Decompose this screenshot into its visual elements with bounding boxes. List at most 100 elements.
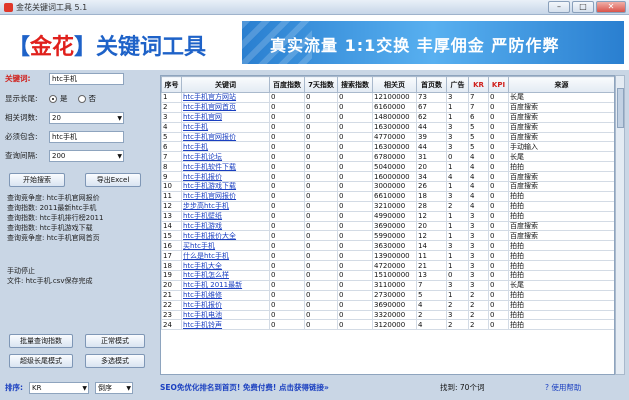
table-row[interactable]: 22 htc手机报价 0 0 0 3690000 4 2 2 0 拍拍 — [161, 299, 614, 311]
table-cell: 3 — [161, 111, 182, 123]
log-line: 查询竞争度: htc手机官网首页 — [7, 234, 100, 242]
column-header[interactable]: 关键词 — [181, 76, 270, 93]
multi-select-button[interactable]: 多选模式 — [85, 354, 145, 368]
keyword-link[interactable]: 买htc手机 — [181, 240, 270, 252]
keyword-link[interactable]: htc手机报价大全 — [181, 230, 270, 242]
keyword-link[interactable]: htc手机官网 — [181, 111, 270, 123]
long-tail-no-radio[interactable]: 否 — [77, 93, 96, 104]
keyword-link[interactable]: htc手机官网报价 — [181, 131, 270, 143]
table-cell: 百度搜索 — [508, 171, 614, 183]
table-cell: 22 — [161, 299, 182, 311]
table-cell: 4 — [468, 190, 489, 202]
column-header[interactable]: 搜索指数 — [337, 76, 373, 93]
keyword-link[interactable]: htc手机怎么样 — [181, 270, 270, 281]
table-cell: 百度搜索 — [508, 121, 614, 133]
keyword-link[interactable]: htc手机官网报价 — [181, 190, 270, 202]
show-long-tail-label: 显示长尾: — [5, 94, 38, 103]
column-header[interactable]: 广告 — [446, 76, 469, 93]
table-cell: 拍拍 — [508, 319, 614, 331]
keyword-link[interactable]: htc手机铃声 — [181, 319, 270, 331]
batch-query-button[interactable]: 批量查询指数 — [9, 334, 73, 348]
table-row[interactable]: 11 htc手机官网报价 0 0 0 6610000 18 3 4 0 拍拍 — [161, 190, 614, 202]
column-header[interactable]: 百度指数 — [269, 76, 305, 93]
table-row[interactable]: 21 htc手机维修 0 0 0 2730000 5 1 2 0 拍拍 — [161, 289, 614, 301]
table-row[interactable]: 18 htc手机大全 0 0 0 4720000 21 1 3 0 拍拍 — [161, 260, 614, 272]
table-cell: 0 — [488, 121, 509, 133]
table-cell: 3 — [446, 309, 469, 321]
promo-link[interactable]: SEO免优化排名到首页! 免费付费! 点击获得链接» — [160, 382, 329, 393]
keyword-link[interactable]: htc手机游戏下载 — [181, 181, 270, 192]
table-row[interactable]: 8 htc手机软件下载 0 0 0 5040000 20 1 4 0 拍拍 — [161, 161, 614, 173]
column-header[interactable]: 序号 — [161, 76, 182, 93]
table-row[interactable]: 10 htc手机游戏下载 0 0 0 3000000 26 1 4 0 百度搜索 — [161, 181, 614, 192]
vertical-scrollbar[interactable] — [615, 75, 625, 375]
table-row[interactable]: 16 买htc手机 0 0 0 3630000 14 3 3 0 拍拍 — [161, 240, 614, 252]
table-row[interactable]: 2 htc手机官网首页 0 0 0 6160000 67 1 7 0 百度搜索 — [161, 101, 614, 113]
table-cell: 18 — [416, 190, 447, 202]
table-row[interactable]: 3 htc手机官网 0 0 0 14800000 62 1 6 0 百度搜索 — [161, 111, 614, 123]
maximize-button[interactable]: □ — [572, 1, 594, 13]
column-header[interactable]: KR — [468, 76, 489, 93]
start-search-button[interactable]: 开始搜索 — [9, 173, 65, 187]
must-contain-input[interactable]: htc手机 — [49, 130, 124, 143]
help-link[interactable]: ? 使用帮助 — [545, 382, 581, 393]
table-row[interactable]: 9 htc手机报价 0 0 0 16000000 34 4 4 0 百度搜索 — [161, 171, 614, 183]
table-cell: 20 — [416, 220, 447, 232]
table-row[interactable]: 17 什么是htc手机 0 0 0 13900000 11 1 3 0 拍拍 — [161, 250, 614, 262]
keyword-link[interactable]: htc手机报价 — [181, 299, 270, 311]
keyword-link[interactable]: htc手机 2011最新 — [181, 279, 270, 291]
table-cell: 0 — [269, 161, 305, 173]
table-row[interactable]: 7 htc手机论坛 0 0 0 6780000 31 0 4 0 长尾 — [161, 151, 614, 163]
table-cell: 长尾 — [508, 151, 614, 163]
sort-order-select[interactable]: 倒序 ▼ — [95, 381, 133, 394]
keyword-link[interactable]: htc手机官网首页 — [181, 101, 270, 113]
keyword-link[interactable]: htc手机电池 — [181, 309, 270, 321]
table-row[interactable]: 4 htc手机 0 0 0 16300000 44 3 5 0 百度搜索 — [161, 121, 614, 133]
table-cell: 26 — [416, 181, 447, 192]
column-header[interactable]: 相关页 — [372, 76, 417, 93]
sort-field-select[interactable]: KR ▼ — [29, 381, 89, 394]
close-button[interactable]: ✕ — [596, 1, 626, 13]
column-header[interactable]: 来源 — [508, 76, 614, 93]
export-excel-button[interactable]: 导出Excel — [85, 173, 141, 187]
keyword-link[interactable]: htc手机大全 — [181, 260, 270, 272]
column-header[interactable]: 首页数 — [416, 76, 447, 93]
table-row[interactable]: 14 htc手机游戏 0 0 0 3690000 20 1 3 0 百度搜索 — [161, 220, 614, 232]
table-row[interactable]: 20 htc手机 2011最新 0 0 0 3110000 7 3 3 0 长尾 — [161, 279, 614, 291]
chevron-down-icon: ▼ — [117, 152, 122, 160]
minimize-button[interactable]: – — [548, 1, 570, 13]
table-row[interactable]: 15 htc手机报价大全 0 0 0 5990000 12 1 3 0 百度搜索 — [161, 230, 614, 242]
table-cell: 0 — [337, 121, 373, 133]
table-row[interactable]: 23 htc手机电池 0 0 0 3320000 2 3 2 0 拍拍 — [161, 309, 614, 321]
table-row[interactable]: 5 htc手机官网报价 0 0 0 4770000 39 3 5 0 百度搜索 — [161, 131, 614, 143]
scrollbar-thumb[interactable] — [617, 88, 624, 128]
table-cell: 3000000 — [372, 181, 417, 192]
ad-banner[interactable]: 真实流量 1:1交换 丰厚佣金 严防作弊 — [242, 21, 624, 64]
keyword-link[interactable]: htc手机壁纸 — [181, 210, 270, 222]
table-row[interactable]: 6 htc手机 0 0 0 16300000 44 3 5 0 手动输入 — [161, 141, 614, 153]
keyword-link[interactable]: htc手机游戏 — [181, 220, 270, 232]
table-row[interactable]: 24 htc手机铃声 0 0 0 3120000 4 2 2 0 拍拍 — [161, 319, 614, 331]
keyword-link[interactable]: htc手机报价 — [181, 171, 270, 183]
keyword-link[interactable]: htc手机 — [181, 141, 270, 153]
super-long-tail-button[interactable]: 超级长尾模式 — [9, 354, 73, 368]
normal-mode-button[interactable]: 正常模式 — [85, 334, 145, 348]
relevance-select[interactable]: 20 ▼ — [49, 111, 124, 124]
table-row[interactable]: 19 htc手机怎么样 0 0 0 15100000 13 0 3 0 拍拍 — [161, 270, 614, 281]
keyword-link[interactable]: htc手机 — [181, 121, 270, 133]
keyword-input[interactable]: htc手机 — [49, 72, 124, 85]
keyword-link[interactable]: htc手机官方网站 — [181, 92, 270, 103]
keyword-link[interactable]: htc手机软件下载 — [181, 161, 270, 173]
table-row[interactable]: 13 htc手机壁纸 0 0 0 4990000 12 1 3 0 拍拍 — [161, 210, 614, 222]
interval-select[interactable]: 200 ▼ — [49, 149, 124, 162]
keyword-link[interactable]: 步步高htc手机 — [181, 200, 270, 212]
keyword-link[interactable]: htc手机论坛 — [181, 151, 270, 163]
table-cell: 12 — [416, 210, 447, 222]
long-tail-yes-radio[interactable]: 是 — [49, 93, 68, 104]
keyword-link[interactable]: htc手机维修 — [181, 289, 270, 301]
column-header[interactable]: KPI — [488, 76, 509, 93]
column-header[interactable]: 7天指数 — [304, 76, 338, 93]
keyword-link[interactable]: 什么是htc手机 — [181, 250, 270, 262]
table-row[interactable]: 12 步步高htc手机 0 0 0 3210000 28 2 4 0 拍拍 — [161, 200, 614, 212]
table-row[interactable]: 1 htc手机官方网站 0 0 0 12100000 73 3 7 0 长尾 — [161, 92, 614, 103]
